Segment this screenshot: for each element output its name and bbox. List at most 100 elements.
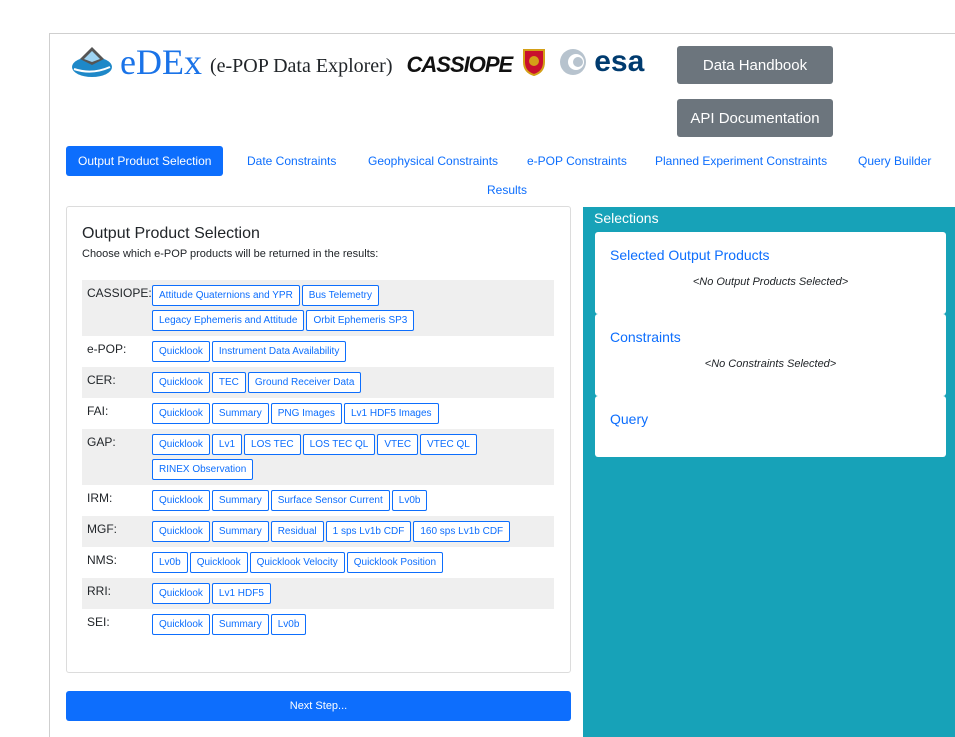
product-toggle-button[interactable]: Attitude Quaternions and YPR xyxy=(152,285,300,306)
product-group-items: Quicklook Summary Residual 1 sps Lv1b CDF 16… xyxy=(152,516,522,547)
selected-output-products-empty: <No Output Products Selected> xyxy=(692,276,849,288)
product-group-label: CER: xyxy=(87,373,116,387)
product-group-row: e-POP: Quicklook Instrument Data Availabil… xyxy=(82,336,554,367)
product-toggle-button[interactable]: Summary xyxy=(211,614,269,635)
product-toggle-button[interactable]: Bus Telemetry xyxy=(301,285,379,306)
product-toggle-button[interactable]: Surface Sensor Current xyxy=(270,490,390,511)
product-group-label: NMS: xyxy=(87,553,117,567)
product-group-label: CASSIOPE: xyxy=(87,286,152,300)
product-toggle-button[interactable]: Quicklook Velocity xyxy=(249,552,345,573)
product-group-items: Quicklook Lv1 HDF5 xyxy=(152,578,522,609)
product-toggle-button[interactable]: Quicklook xyxy=(152,403,210,424)
header: eDEx (e-POP Data Explorer) CASSIOPE esa xyxy=(70,42,644,82)
esa-logo: esa xyxy=(594,45,645,78)
query-card: Query xyxy=(595,396,946,457)
product-group-row: MGF: Quicklook Summary Residual 1 sps Lv1b C… xyxy=(82,516,554,547)
tab-results[interactable]: Results xyxy=(487,175,527,205)
tab-epop-constraints[interactable]: e-POP Constraints xyxy=(527,146,627,176)
tab-output-product-selection[interactable]: Output Product Selection xyxy=(66,146,224,176)
product-toggle-button[interactable]: Quicklook xyxy=(152,614,210,635)
product-toggle-button[interactable]: VTEC xyxy=(377,434,419,455)
selections-panel: Selections Selected Output Products <No … xyxy=(583,207,955,737)
product-groups: CASSIOPE: Attitude Quaternions and YPR Bus… xyxy=(82,280,554,640)
product-toggle-button[interactable]: Instrument Data Availability xyxy=(211,341,347,362)
product-toggle-button[interactable]: PNG Images xyxy=(270,403,342,424)
product-group-row: NMS: Lv0b Quicklook Quicklook Velocity Quick… xyxy=(82,547,554,578)
product-toggle-button[interactable]: 1 sps Lv1b CDF xyxy=(325,521,412,542)
product-toggle-button[interactable]: VTEC QL xyxy=(420,434,477,455)
product-group-row: IRM: Quicklook Summary Surface Sensor Curre… xyxy=(82,485,554,516)
crest-logo-icon xyxy=(523,49,546,76)
product-group-items: Quicklook Summary PNG Images Lv1 HDF5 Image… xyxy=(152,398,522,429)
product-toggle-button[interactable]: Lv1 HDF5 Images xyxy=(343,403,439,424)
app-title: eDEx xyxy=(120,42,202,82)
product-toggle-button[interactable]: Ground Receiver Data xyxy=(247,372,362,393)
api-documentation-button[interactable]: API Documentation xyxy=(677,99,833,137)
product-toggle-button[interactable]: 160 sps Lv1b CDF xyxy=(413,521,511,542)
satellite-logo-icon xyxy=(72,47,112,77)
product-group-items: Lv0b Quicklook Quicklook Velocity Quicklook… xyxy=(152,547,522,578)
product-group-label: IRM: xyxy=(87,491,113,505)
product-toggle-button[interactable]: Quicklook xyxy=(152,341,210,362)
product-group-items: Quicklook Summary Lv0b xyxy=(152,609,522,640)
output-product-selection-card: Output Product Selection Choose which e-… xyxy=(66,206,571,673)
product-group-row: SEI: Quicklook Summary Lv0b xyxy=(82,609,554,640)
constraints-heading: Constraints xyxy=(610,329,681,345)
product-toggle-button[interactable]: LOS TEC xyxy=(244,434,301,455)
product-group-row: CER: Quicklook TEC Ground Receiver Data xyxy=(82,367,554,398)
section-title: Output Product Selection xyxy=(82,225,260,242)
product-group-items: Quicklook Lv1 LOS TEC LOS TEC QL VTEC VTEC QL… xyxy=(152,429,522,485)
product-group-row: GAP: Quicklook Lv1 LOS TEC LOS TEC QL VTEC VTE… xyxy=(82,429,554,485)
product-toggle-button[interactable]: Quicklook xyxy=(152,372,210,393)
product-toggle-button[interactable]: RINEX Observation xyxy=(152,459,254,480)
constraints-empty: <No Constraints Selected> xyxy=(704,358,837,370)
product-toggle-button[interactable]: Quicklook Position xyxy=(346,552,444,573)
product-toggle-button[interactable]: Quicklook xyxy=(152,583,210,604)
tab-bar: Output Product Selection Date Constraint… xyxy=(66,146,955,206)
product-toggle-button[interactable]: Summary xyxy=(211,490,269,511)
next-step-button[interactable]: Next Step... xyxy=(66,691,571,721)
product-group-items: Quicklook Instrument Data Availability xyxy=(152,336,522,367)
product-toggle-button[interactable]: Orbit Ephemeris SP3 xyxy=(306,310,415,331)
product-group-label: FAI: xyxy=(87,404,109,418)
product-group-row: RRI: Quicklook Lv1 HDF5 xyxy=(82,578,554,609)
product-toggle-button[interactable]: Lv1 xyxy=(211,434,243,455)
esa-logo-icon xyxy=(560,49,587,75)
product-group-row: CASSIOPE: Attitude Quaternions and YPR Bus… xyxy=(82,280,554,336)
product-toggle-button[interactable]: LOS TEC QL xyxy=(302,434,376,455)
data-handbook-button[interactable]: Data Handbook xyxy=(677,46,833,84)
product-group-label: GAP: xyxy=(87,435,116,449)
product-group-label: MGF: xyxy=(87,522,117,536)
selections-title: Selections xyxy=(594,210,659,226)
product-group-label: e-POP: xyxy=(87,342,127,356)
product-group-items: Quicklook Summary Surface Sensor Current Lv… xyxy=(152,485,522,516)
section-description: Choose which e-POP products will be retu… xyxy=(82,248,379,260)
tab-date-constraints[interactable]: Date Constraints xyxy=(247,146,336,176)
product-toggle-button[interactable]: Lv0b xyxy=(152,552,188,573)
product-toggle-button[interactable]: Lv0b xyxy=(270,614,307,635)
product-toggle-button[interactable]: Legacy Ephemeris and Attitude xyxy=(152,310,305,331)
product-toggle-button[interactable]: Quicklook xyxy=(152,434,210,455)
tab-geophysical-constraints[interactable]: Geophysical Constraints xyxy=(368,146,498,176)
product-toggle-button[interactable]: TEC xyxy=(211,372,246,393)
product-group-row: FAI: Quicklook Summary PNG Images Lv1 HDF5 I… xyxy=(82,398,554,429)
tab-planned-experiment-constraints[interactable]: Planned Experiment Constraints xyxy=(655,146,827,176)
app-frame: eDEx (e-POP Data Explorer) CASSIOPE esa … xyxy=(49,33,955,737)
product-toggle-button[interactable]: Quicklook xyxy=(152,490,210,511)
product-toggle-button[interactable]: Quicklook xyxy=(152,521,210,542)
product-toggle-button[interactable]: Lv1 HDF5 xyxy=(211,583,271,604)
product-group-items: Attitude Quaternions and YPR Bus Telemetr… xyxy=(152,280,522,336)
tab-query-builder[interactable]: Query Builder xyxy=(858,146,931,176)
product-group-items: Quicklook TEC Ground Receiver Data xyxy=(152,367,522,398)
product-toggle-button[interactable]: Residual xyxy=(270,521,324,542)
product-toggle-button[interactable]: Lv0b xyxy=(391,490,428,511)
product-toggle-button[interactable]: Summary xyxy=(211,403,269,424)
product-group-label: SEI: xyxy=(87,615,110,629)
product-toggle-button[interactable]: Quicklook xyxy=(189,552,248,573)
product-toggle-button[interactable]: Summary xyxy=(211,521,269,542)
constraints-card: Constraints <No Constraints Selected> xyxy=(595,314,946,396)
cassiope-logo: CASSIOPE xyxy=(406,52,514,77)
app-subtitle: (e-POP Data Explorer) xyxy=(209,54,393,77)
selected-output-products-card: Selected Output Products <No Output Prod… xyxy=(595,232,946,314)
selected-output-products-heading: Selected Output Products xyxy=(610,247,770,263)
